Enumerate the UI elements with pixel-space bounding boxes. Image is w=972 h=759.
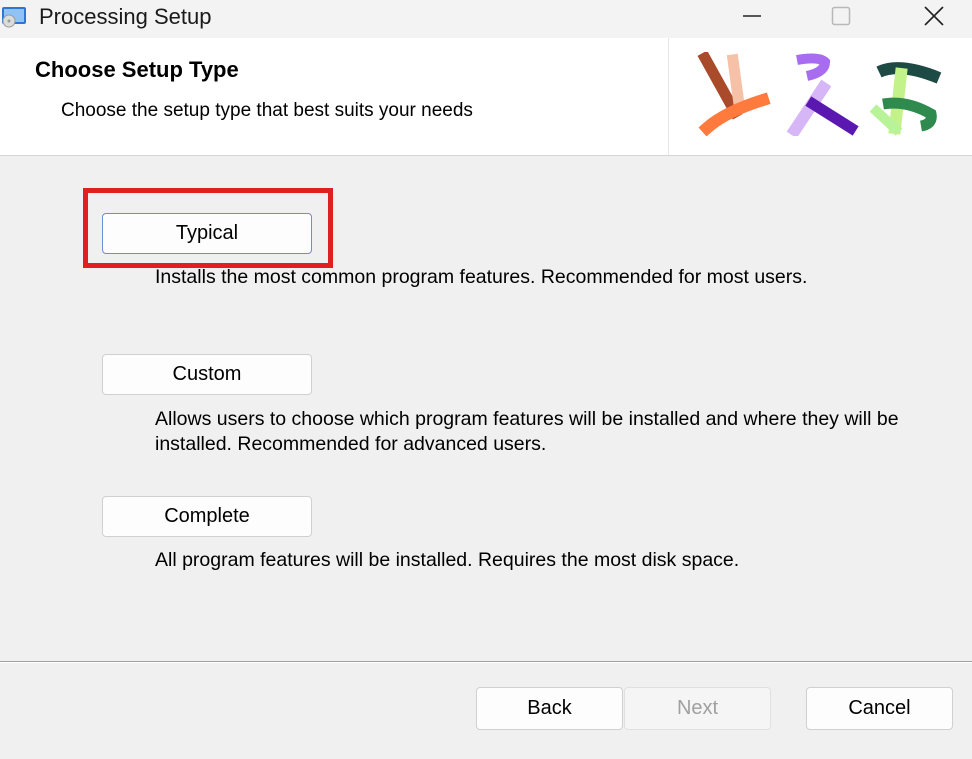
back-button[interactable]: Back [476,687,623,730]
title-bar: Processing Setup [0,0,972,38]
minimize-icon [743,15,761,17]
close-icon [924,6,944,26]
next-button[interactable]: Next [624,687,771,730]
custom-button[interactable]: Custom [102,354,312,395]
page-title: Choose Setup Type [35,57,239,82]
header-banner: Choose Setup Type Choose the setup type … [0,38,972,156]
cancel-button[interactable]: Cancel [806,687,953,730]
close-button[interactable] [911,0,957,32]
minimize-button[interactable] [729,0,775,32]
typical-description: Installs the most common program feature… [155,266,808,288]
maximize-icon [831,6,851,26]
maximize-button[interactable] [818,0,864,32]
custom-description: Allows users to choose which program fea… [155,408,899,455]
installer-icon [0,4,28,28]
typical-button[interactable]: Typical [102,213,312,254]
footer-divider-highlight [0,662,972,663]
setup-window: Processing Setup Choose Setup Type Choos… [0,0,972,759]
window-title: Processing Setup [39,4,212,29]
complete-description: All program features will be installed. … [155,549,740,571]
page-subtitle: Choose the setup type that best suits yo… [61,100,473,121]
complete-button[interactable]: Complete [102,496,312,537]
banner-divider [668,38,669,155]
processing-logo [697,52,942,136]
